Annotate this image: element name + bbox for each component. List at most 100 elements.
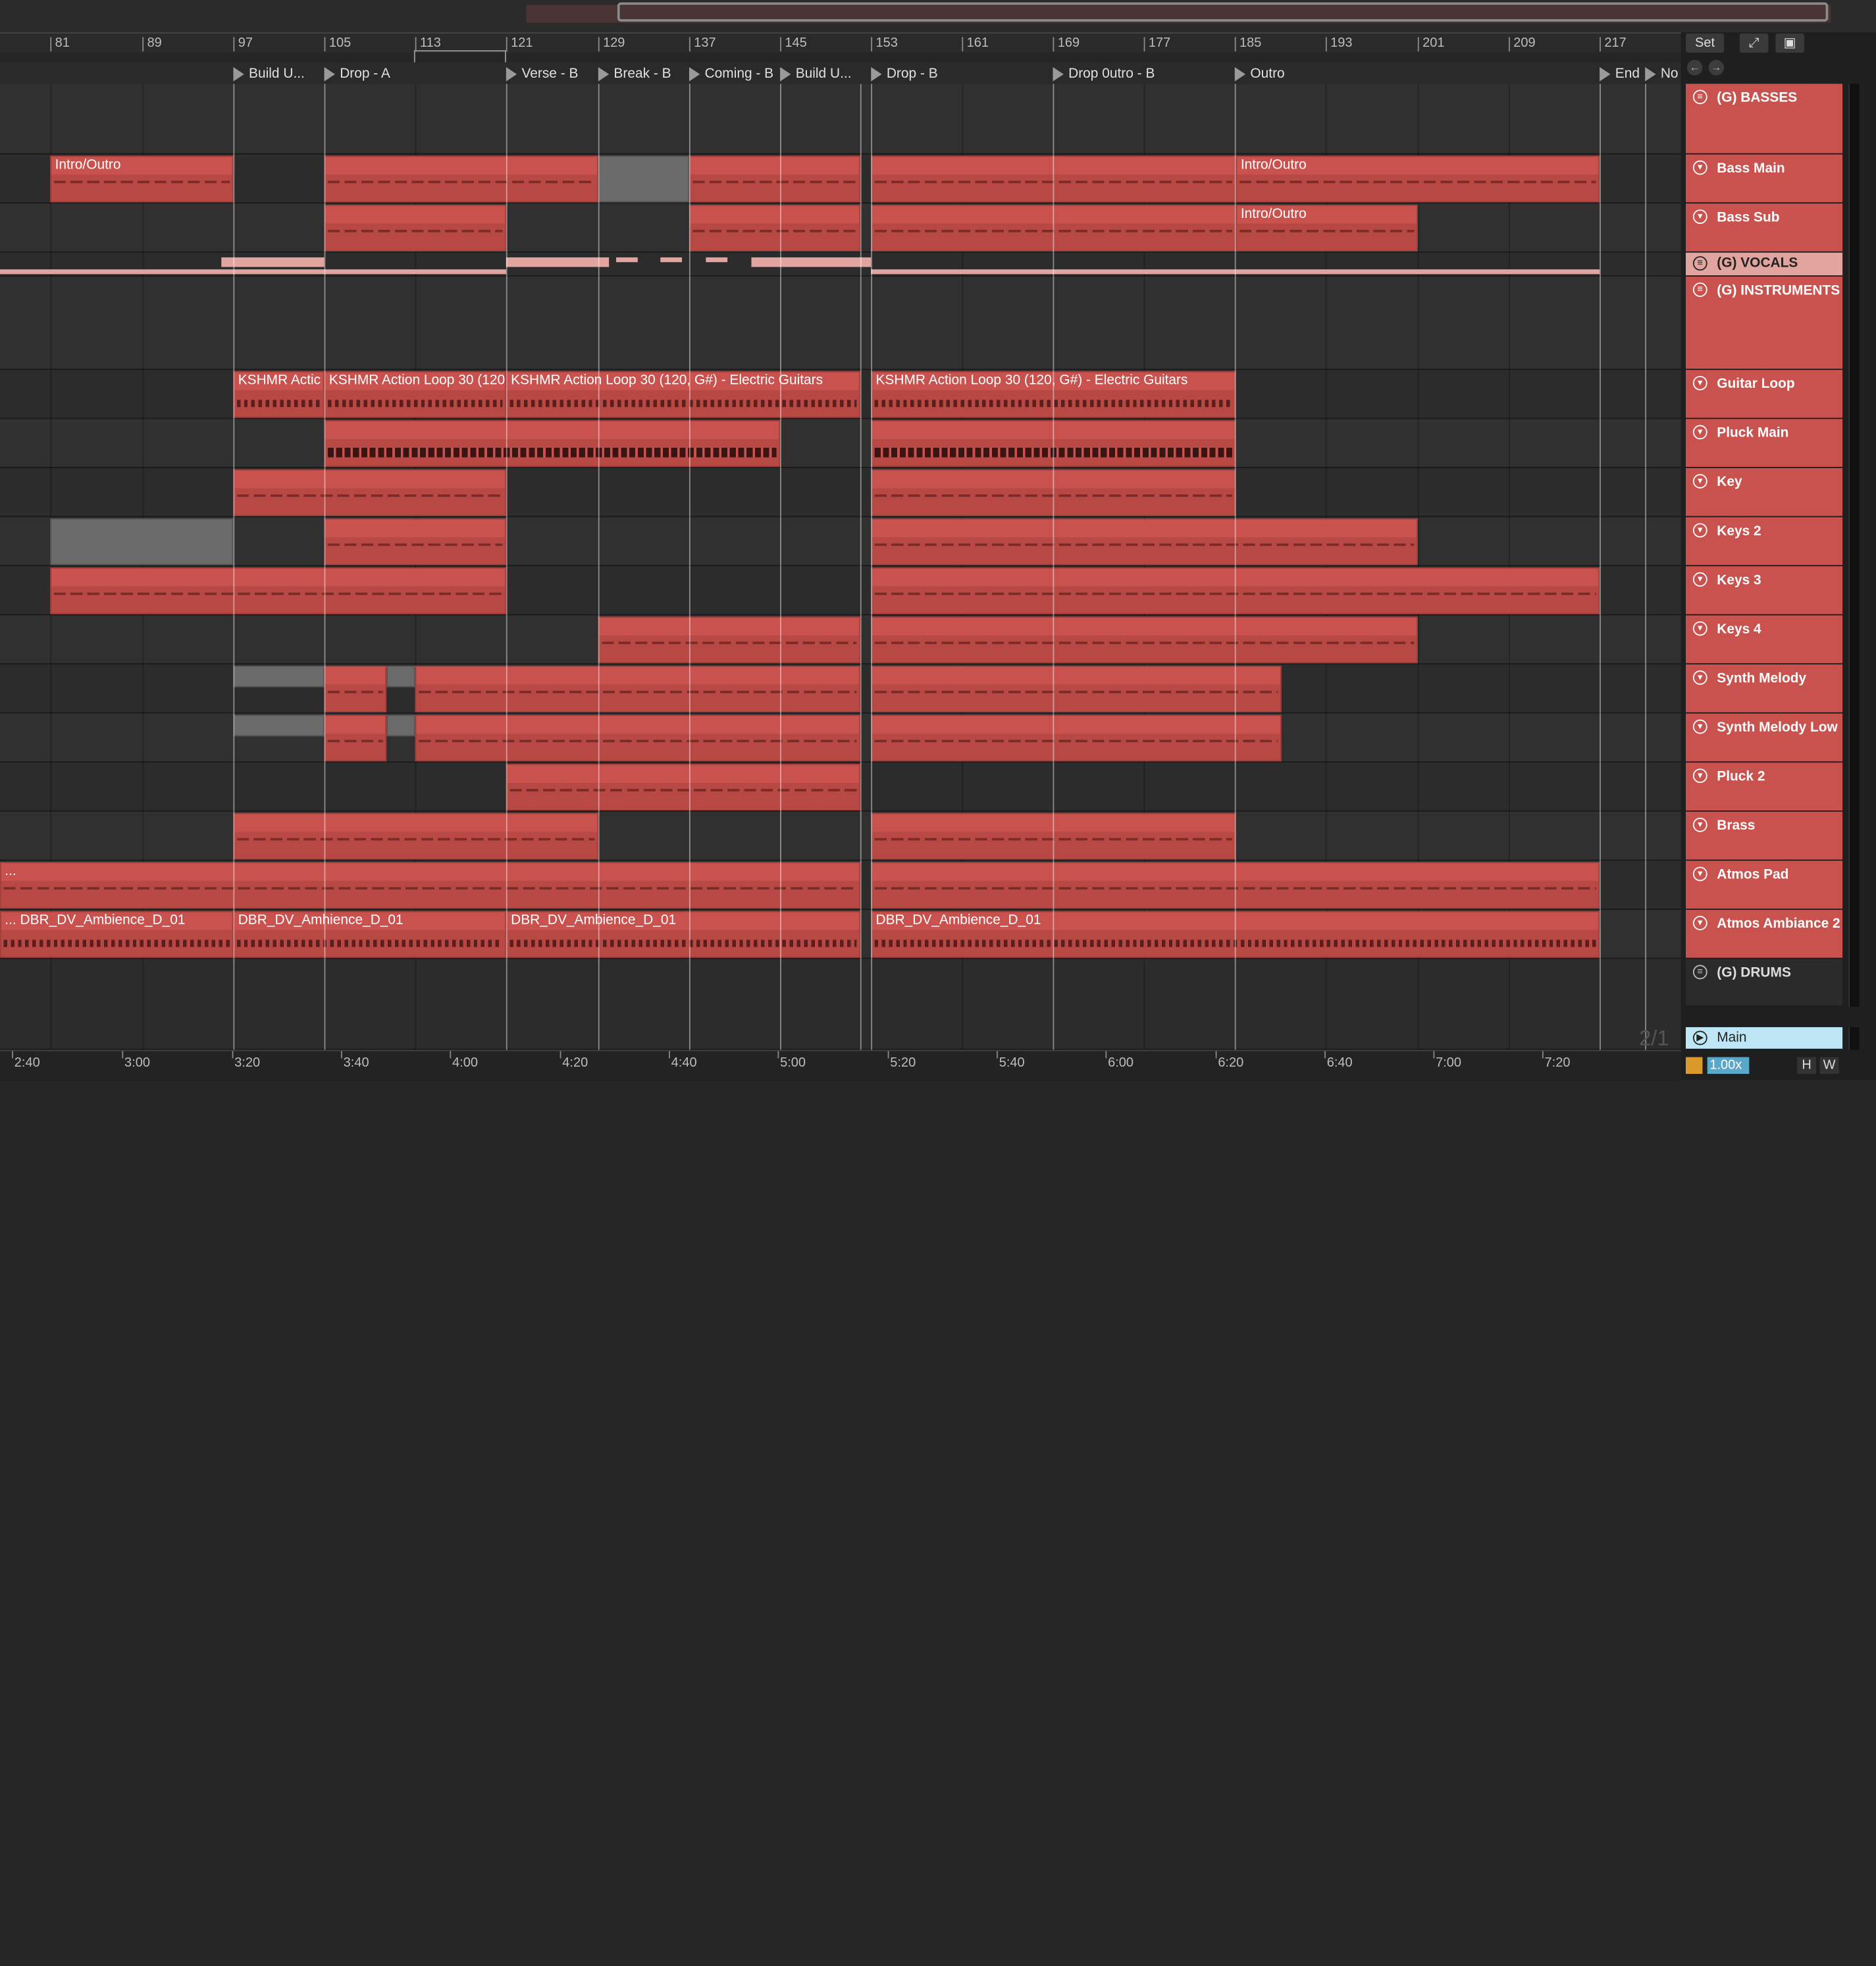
cpu-icon[interactable]: [1685, 1057, 1703, 1075]
clip[interactable]: [415, 714, 860, 762]
fold-icon[interactable]: ▾: [1692, 572, 1707, 587]
track-atmos-pad[interactable]: ▾ Atmos Pad: [1685, 861, 1843, 910]
locator-marker[interactable]: Break - B: [598, 66, 671, 82]
track-basses-group[interactable]: ≡ (G) BASSES: [1685, 84, 1843, 155]
clip[interactable]: [871, 616, 1418, 664]
clip[interactable]: Intro/Outro: [50, 155, 234, 203]
clip[interactable]: [233, 812, 598, 860]
track-bass-sub[interactable]: ▾ Bass Sub: [1685, 203, 1843, 253]
fold-icon[interactable]: ▾: [1692, 670, 1707, 685]
clip-disabled[interactable]: [233, 714, 325, 737]
locator-marker[interactable]: End: [1600, 66, 1640, 82]
fold-icon[interactable]: ▾: [1692, 160, 1707, 175]
track-pluck-2[interactable]: ▾ Pluck 2: [1685, 762, 1843, 812]
clip[interactable]: [506, 764, 860, 810]
track-synth-melody[interactable]: ▾ Synth Melody: [1685, 664, 1843, 714]
clip[interactable]: [324, 714, 387, 762]
clip[interactable]: KSHMR Action Loop 30 (120,: [324, 371, 506, 418]
clip[interactable]: [871, 665, 1282, 712]
clip[interactable]: DBR_DV_Amhience_D_01: [233, 911, 506, 958]
clip[interactable]: Intro/Outro: [1236, 204, 1418, 252]
arrangement-grid[interactable]: Intro/Outro Intro/Outro Intro/Outro KSHM…: [0, 84, 1681, 1050]
clip[interactable]: [324, 420, 781, 467]
fold-icon[interactable]: ▾: [1692, 425, 1707, 440]
zoom-display[interactable]: 1.00x: [1707, 1057, 1750, 1075]
clip[interactable]: [871, 518, 1418, 566]
locator-marker[interactable]: Outro: [1234, 66, 1285, 82]
locator-marker[interactable]: Build U...: [233, 66, 305, 82]
clip[interactable]: [689, 155, 860, 203]
group-icon[interactable]: ≡: [1692, 965, 1707, 980]
clip[interactable]: [233, 469, 506, 516]
beat-ruler[interactable]: 81 89 97 105 113 121 129 137 145 153 161…: [0, 32, 1681, 53]
clip[interactable]: [324, 155, 598, 203]
track-brass[interactable]: ▾ Brass: [1685, 811, 1843, 861]
track-key[interactable]: ▾ Key: [1685, 467, 1843, 518]
clip-disabled[interactable]: [598, 155, 689, 203]
clip-disabled[interactable]: [386, 714, 415, 737]
track-guitar-loop[interactable]: ▾ Guitar Loop: [1685, 369, 1843, 419]
locator-marker[interactable]: Coming - B: [689, 66, 773, 82]
track-keys-2[interactable]: ▾ Keys 2: [1685, 517, 1843, 567]
time-ruler[interactable]: 2:40 3:00 3:20 3:40 4:00 4:20 4:40 5:00 …: [0, 1049, 1681, 1081]
clip-disabled[interactable]: [50, 518, 234, 566]
clip[interactable]: [598, 616, 860, 664]
clip[interactable]: ...: [0, 862, 860, 909]
clip[interactable]: [324, 665, 387, 712]
clip[interactable]: KSHMR Actic: [233, 371, 325, 418]
track-keys-4[interactable]: ▾ Keys 4: [1685, 615, 1843, 665]
locator-marker[interactable]: Verse - B: [506, 66, 578, 82]
group-icon[interactable]: ≡: [1692, 90, 1707, 105]
fold-icon[interactable]: ▾: [1692, 719, 1707, 734]
lock-icon[interactable]: ▣: [1775, 33, 1804, 53]
clip[interactable]: DBR_DV_Ambience_D_01: [506, 911, 860, 958]
fit-width-button[interactable]: W: [1819, 1057, 1839, 1075]
locator-marker[interactable]: Build U...: [780, 66, 852, 82]
group-icon[interactable]: ≡: [1692, 282, 1707, 297]
clip[interactable]: [324, 518, 506, 566]
fold-icon[interactable]: ▾: [1692, 915, 1707, 930]
track-main[interactable]: ▶ Main: [1685, 1027, 1843, 1050]
locator-marker[interactable]: Drop - B: [871, 66, 938, 82]
clip[interactable]: [871, 714, 1282, 762]
clip-disabled[interactable]: [386, 665, 415, 687]
clip[interactable]: [689, 204, 860, 252]
track-pluck-main[interactable]: ▾ Pluck Main: [1685, 419, 1843, 468]
fold-icon[interactable]: ▾: [1692, 817, 1707, 832]
locator-marker[interactable]: No: [1645, 66, 1679, 82]
arrow-right-icon[interactable]: →: [1708, 59, 1725, 76]
fold-icon[interactable]: ▾: [1692, 768, 1707, 784]
fold-icon[interactable]: ▾: [1692, 474, 1707, 489]
overview-visible-range[interactable]: [617, 2, 1829, 22]
track-instruments-group[interactable]: ≡ (G) INSTRUMENTS: [1685, 277, 1843, 370]
fold-icon[interactable]: ▾: [1692, 523, 1707, 538]
locator-marker[interactable]: Drop - A: [324, 66, 390, 82]
track-atmos-ambiance-2[interactable]: ▾ Atmos Ambiance 2: [1685, 909, 1843, 959]
clip[interactable]: [415, 665, 860, 712]
clip[interactable]: [50, 567, 506, 614]
clip[interactable]: Intro/Outro: [1236, 155, 1600, 203]
clip[interactable]: ... DBR_DV_Ambience_D_01: [0, 911, 234, 958]
track-keys-3[interactable]: ▾ Keys 3: [1685, 566, 1843, 616]
fold-icon[interactable]: ▾: [1692, 209, 1707, 225]
locator-marker[interactable]: Drop 0utro - B: [1053, 66, 1155, 82]
fold-icon[interactable]: ▾: [1692, 866, 1707, 882]
track-drums-group[interactable]: ≡ (G) DRUMS: [1685, 959, 1843, 1007]
locator-row[interactable]: Build U... Drop - A Verse - B Break - B …: [0, 62, 1681, 84]
arrangement-overview[interactable]: [0, 0, 1876, 33]
track-synth-melody-low[interactable]: ▾ Synth Melody Low: [1685, 713, 1843, 763]
set-button[interactable]: Set: [1685, 33, 1725, 53]
group-icon[interactable]: ≡: [1692, 256, 1707, 271]
arrow-left-icon[interactable]: ←: [1686, 59, 1703, 76]
play-icon[interactable]: ▶: [1692, 1030, 1707, 1046]
locator-line: [1053, 84, 1055, 1050]
clip[interactable]: [324, 204, 506, 252]
fold-icon[interactable]: ▾: [1692, 621, 1707, 636]
track-bass-main[interactable]: ▾ Bass Main: [1685, 154, 1843, 204]
clip-disabled[interactable]: [233, 665, 325, 687]
clip[interactable]: KSHMR Action Loop 30 (120, G#) - Electri…: [506, 371, 860, 418]
expand-icon[interactable]: ⤢: [1739, 33, 1769, 53]
track-vocals-group[interactable]: ≡ (G) VOCALS: [1685, 252, 1843, 277]
fold-icon[interactable]: ▾: [1692, 375, 1707, 390]
fit-height-button[interactable]: H: [1797, 1057, 1817, 1075]
